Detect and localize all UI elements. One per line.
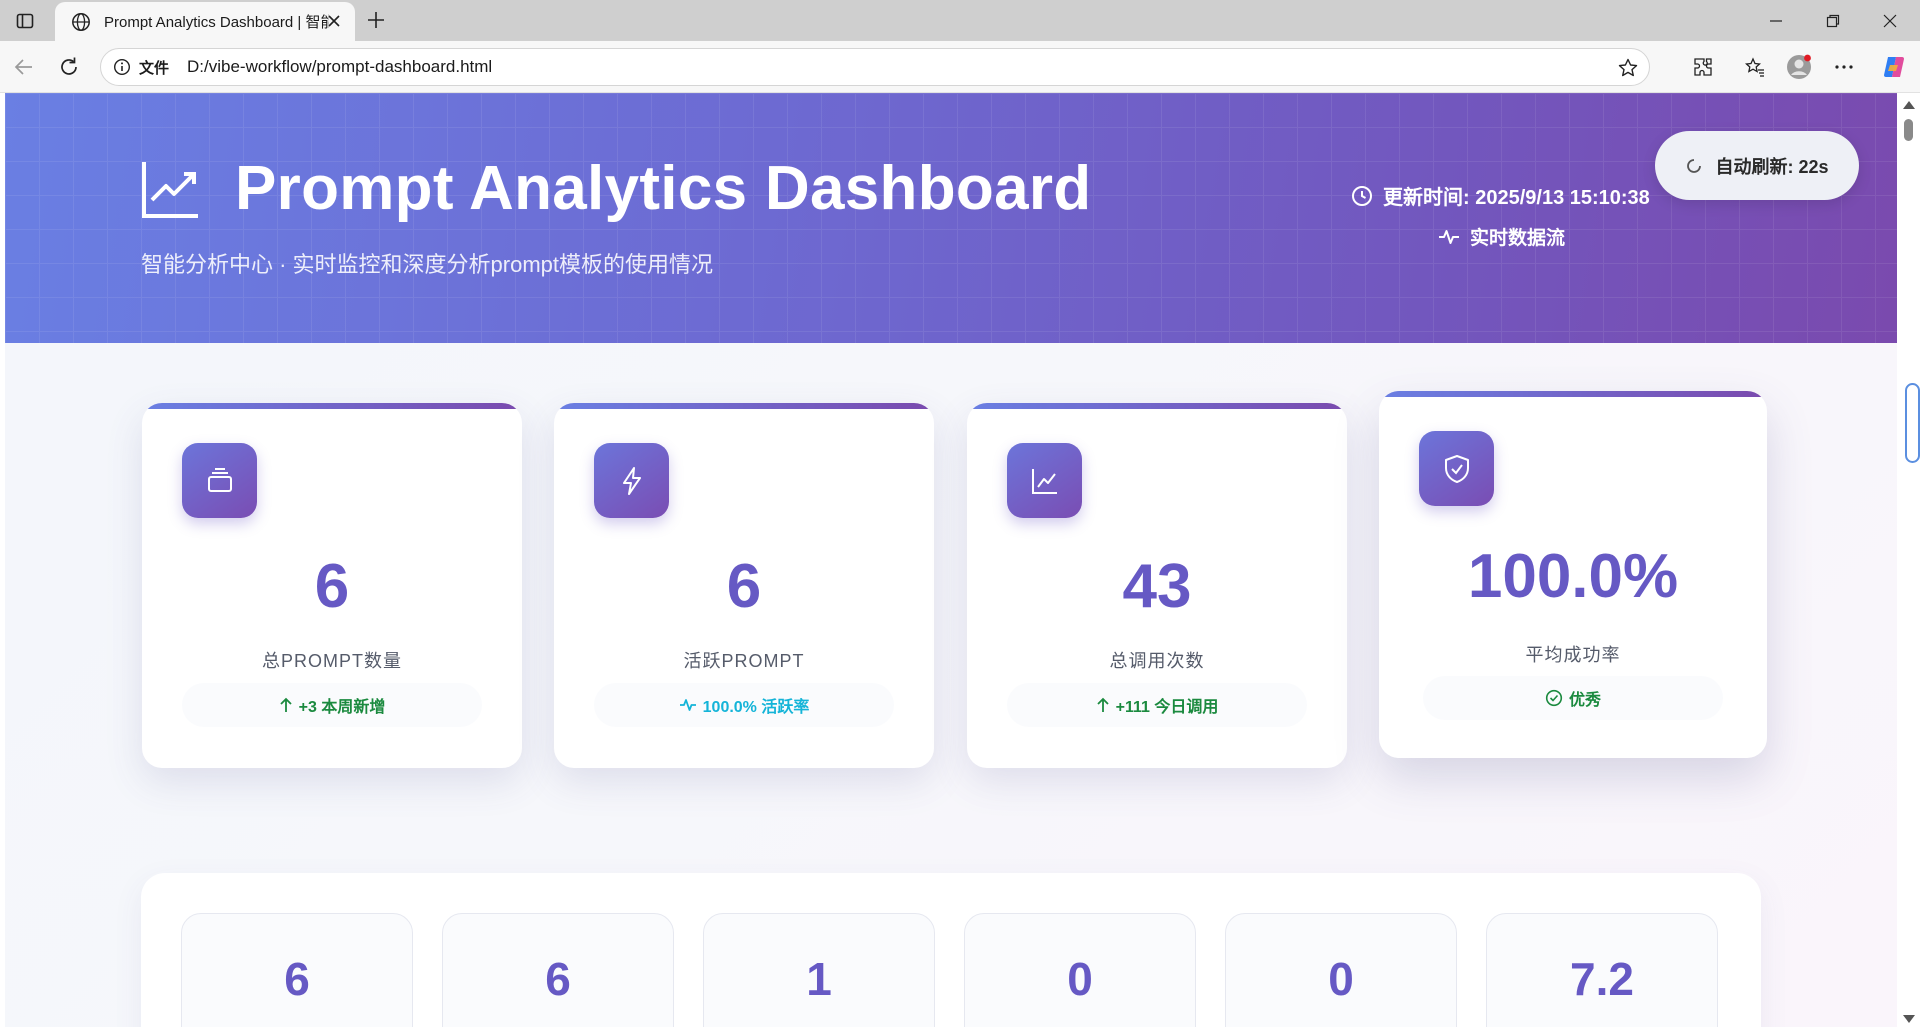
mini-stat-value: 6 — [545, 953, 571, 1005]
auto-refresh-button[interactable]: 自动刷新: 22s — [1655, 131, 1859, 200]
card-accent-bar — [554, 403, 934, 409]
scrollbar-thumb[interactable] — [1904, 119, 1913, 141]
stat-trend: 100.0% 活跃率 — [594, 683, 894, 727]
mini-stat-card: 0 — [964, 913, 1196, 1027]
new-tab-icon[interactable] — [364, 8, 388, 32]
favorites-icon[interactable] — [1742, 54, 1768, 80]
tab-title: Prompt Analytics Dashboard | 智能 — [104, 14, 329, 31]
info-icon[interactable] — [113, 58, 131, 76]
reload-icon[interactable] — [57, 55, 81, 79]
chart-line-icon — [1007, 443, 1082, 518]
stat-card-total-calls: 43 总调用次数 +111 今日调用 — [967, 403, 1347, 768]
refresh-spinner-icon — [1687, 158, 1702, 173]
sidebar-toggle-icon[interactable] — [14, 10, 36, 32]
stat-value: 6 — [726, 552, 762, 621]
mini-stat-value: 0 — [1328, 953, 1354, 1005]
mini-stat-value: 0 — [1067, 953, 1093, 1005]
url-text[interactable]: D:/vibe-workflow/prompt-dashboard.html — [187, 57, 492, 77]
stat-card-active-prompts: 6 活跃PROMPT 100.0% 活跃率 — [554, 403, 934, 768]
minimize-icon[interactable] — [1765, 10, 1787, 32]
shield-check-icon — [1419, 431, 1494, 506]
card-accent-bar — [142, 403, 522, 409]
mini-stat-card: 7.2 — [1486, 913, 1718, 1027]
mini-stat-card: 1 — [703, 913, 935, 1027]
update-time-text: 更新时间: 2025/9/13 15:10:38 — [1383, 187, 1650, 209]
vertical-scrollbar[interactable] — [1897, 93, 1920, 1027]
stat-label: 活跃PROMPT — [683, 651, 805, 671]
stat-trend: +111 今日调用 — [1007, 683, 1307, 727]
mini-stat-value: 1 — [806, 953, 832, 1005]
stat-label: 平均成功率 — [1525, 645, 1621, 665]
stat-trend-text: 优秀 — [1568, 692, 1601, 709]
bolt-icon — [594, 443, 669, 518]
auto-refresh-label: 自动刷新: 22s — [1715, 156, 1829, 177]
close-tab-icon[interactable] — [325, 12, 343, 30]
arrow-up-icon — [1096, 697, 1109, 712]
address-bar[interactable]: 文件 D:/vibe-workflow/prompt-dashboard.htm… — [100, 48, 1650, 86]
summary-panel: 6 6 1 0 0 7.2 — [141, 873, 1761, 1027]
dashboard-header: Prompt Analytics Dashboard 智能分析中心 · 实时监控… — [5, 93, 1897, 343]
page-subtitle: 智能分析中心 · 实时监控和深度分析prompt模板的使用情况 — [141, 252, 714, 277]
clock-icon — [1352, 185, 1372, 206]
stat-label: 总PROMPT数量 — [261, 651, 402, 671]
favorite-star-icon[interactable] — [1617, 57, 1639, 79]
realtime-stream: 实时数据流 — [1438, 223, 1565, 250]
arrow-up-icon — [280, 697, 292, 712]
profile-avatar-icon[interactable] — [1786, 54, 1812, 80]
globe-icon — [72, 12, 90, 31]
check-circle-icon — [1545, 689, 1563, 707]
mini-stat-card: 6 — [442, 913, 674, 1027]
stat-trend: 优秀 — [1423, 676, 1723, 720]
extensions-icon[interactable] — [1690, 54, 1716, 80]
mini-stat-value: 7.2 — [1570, 953, 1634, 1005]
stat-trend: +3 本周新增 — [182, 683, 482, 727]
card-accent-bar — [967, 403, 1347, 409]
stat-value: 100.0% — [1467, 542, 1679, 611]
pulse-icon — [679, 699, 696, 711]
file-scheme-label: 文件 — [139, 59, 170, 77]
scroll-down-arrow-icon[interactable] — [1903, 1015, 1915, 1023]
browser-toolbar: 文件 D:/vibe-workflow/prompt-dashboard.htm… — [0, 41, 1920, 93]
more-menu-icon[interactable] — [1831, 54, 1857, 80]
stat-trend-text: +3 本周新增 — [298, 699, 386, 716]
browser-tab-bar: Prompt Analytics Dashboard | 智能 — [0, 0, 1920, 41]
mini-stat-value: 6 — [284, 953, 310, 1005]
layers-icon — [182, 443, 257, 518]
back-icon[interactable] — [12, 55, 36, 79]
stat-card-total-prompts: 6 总PROMPT数量 +3 本周新增 — [142, 403, 522, 768]
pulse-icon — [1439, 229, 1459, 244]
mini-stat-card: 6 — [181, 913, 413, 1027]
browser-tab-active[interactable]: Prompt Analytics Dashboard | 智能 — [55, 2, 355, 41]
stat-trend-text: +111 今日调用 — [1115, 699, 1219, 716]
close-window-icon[interactable] — [1879, 10, 1901, 32]
mini-stat-card: 0 — [1225, 913, 1457, 1027]
scroll-up-arrow-icon[interactable] — [1903, 101, 1915, 109]
stat-trend-text: 100.0% 活跃率 — [702, 699, 810, 716]
stream-label: 实时数据流 — [1470, 228, 1566, 249]
stat-card-success-rate: 100.0% 平均成功率 优秀 — [1379, 391, 1767, 758]
restore-icon[interactable] — [1822, 10, 1844, 32]
card-accent-bar — [1379, 391, 1767, 397]
side-panel-handle[interactable] — [1905, 383, 1920, 463]
stat-value: 6 — [314, 552, 350, 621]
stat-label: 总调用次数 — [1109, 651, 1205, 671]
stat-value: 43 — [1122, 552, 1192, 621]
trending-up-icon — [142, 162, 198, 218]
copilot-icon[interactable] — [1881, 54, 1907, 80]
update-time: 更新时间: 2025/9/13 15:10:38 — [1351, 181, 1650, 210]
page-title: Prompt Analytics Dashboard — [235, 154, 1092, 223]
page-viewport: Prompt Analytics Dashboard 智能分析中心 · 实时监控… — [5, 93, 1897, 1027]
